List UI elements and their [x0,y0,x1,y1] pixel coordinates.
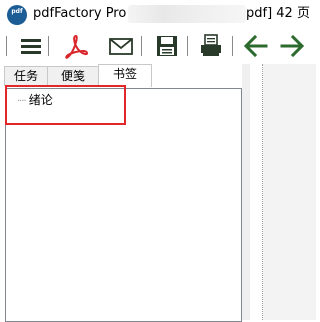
window-title-suffix: pdf] 42 页 [246,6,310,21]
tab-tasks[interactable]: 任务 [4,66,48,86]
save-button[interactable] [153,33,181,59]
highlight-annotation-box [5,85,126,125]
blurred-document-name [128,5,246,23]
acrobat-icon [65,34,89,59]
toolbar-separator [141,36,142,56]
email-button[interactable] [107,33,135,59]
vertical-scrollbar-area[interactable] [242,64,250,320]
tab-notes[interactable]: 便笺 [47,66,99,86]
print-button[interactable] [197,33,225,59]
toolbar [0,30,316,62]
back-arrow-icon [243,34,268,58]
window-title-prefix: pdfFactory Pro - [33,6,136,21]
toolbar-separator [6,36,7,56]
app-icon-text: pdf [11,8,23,15]
forward-button[interactable] [278,33,306,59]
print-icon [201,34,221,56]
panel-tabs: 任务 便笺 书签 [0,64,260,87]
tab-label: 书签 [112,67,137,81]
tab-bookmarks[interactable]: 书签 [98,64,152,87]
toolbar-separator [48,36,49,56]
back-button[interactable] [242,33,270,59]
mail-icon [109,38,133,55]
save-icon [157,36,177,56]
menu-icon [21,39,41,54]
document-view-pane[interactable] [263,64,316,320]
forward-arrow-icon [280,34,305,58]
acrobat-button[interactable] [62,33,90,59]
tab-label: 任务 [13,69,38,83]
tab-label: 便笺 [60,69,85,83]
pdffactory-app-icon[interactable]: pdf [7,5,27,25]
title-bar: pdf pdfFactory Pro - pdf] 42 页 [0,0,316,30]
toolbar-separator [187,36,188,56]
menu-button[interactable] [17,33,45,59]
toolbar-separator [232,36,233,56]
